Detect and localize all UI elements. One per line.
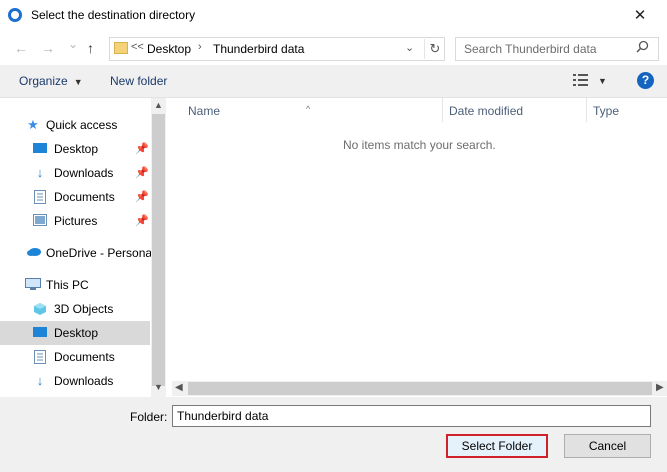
back-arrow-icon[interactable]: ← — [14, 40, 28, 56]
computer-icon — [25, 278, 41, 292]
nav-item-this-pc[interactable]: This PC — [0, 273, 150, 297]
scroll-up-icon[interactable]: ▲ — [154, 100, 163, 110]
search-input[interactable]: Search Thunderbird data — [464, 42, 597, 56]
nav-item-label: Documents — [54, 350, 115, 364]
nav-item-pictures[interactable]: Pictures 📌 — [0, 209, 150, 233]
recent-locations-icon[interactable]: ⌄ — [68, 37, 78, 51]
folder-name-input[interactable]: Thunderbird data — [172, 405, 651, 427]
scroll-down-icon[interactable]: ▼ — [154, 382, 163, 392]
scrollbar-thumb[interactable] — [188, 382, 652, 395]
nav-item-label: Documents — [54, 190, 115, 204]
title-bar: Select the destination directory ✕ — [0, 0, 667, 31]
download-icon: ↓ — [36, 165, 44, 180]
new-folder-button[interactable]: New folder — [110, 74, 167, 88]
view-options-icon[interactable] — [573, 73, 589, 90]
thunderbird-icon — [8, 8, 22, 22]
sort-ascending-icon: ^ — [306, 104, 311, 114]
download-icon: ↓ — [36, 373, 44, 388]
help-icon[interactable]: ? — [637, 72, 654, 89]
command-toolbar: Organize ▼ New folder ▼ ? — [0, 65, 667, 98]
select-folder-button[interactable]: Select Folder — [446, 434, 548, 458]
scroll-right-icon[interactable]: ▶ — [656, 382, 664, 393]
search-box[interactable]: Search Thunderbird data — [455, 37, 659, 61]
star-icon: ★ — [27, 117, 39, 132]
view-caret-down-icon[interactable]: ▼ — [598, 76, 607, 86]
column-header-date-modified[interactable]: Date modified — [443, 98, 586, 122]
nav-item-desktop-pc[interactable]: Desktop — [0, 321, 150, 345]
search-icon — [636, 40, 649, 56]
column-header-name[interactable]: Name ^ — [166, 98, 442, 122]
organize-label: Organize — [19, 74, 68, 88]
nav-item-documents[interactable]: Documents 📌 — [0, 185, 150, 209]
column-header-type[interactable]: Type — [587, 98, 667, 122]
nav-item-label: Desktop — [54, 326, 99, 340]
cloud-icon — [26, 246, 41, 260]
address-segment-thunderbird-data[interactable]: Thunderbird data — [213, 42, 304, 56]
pin-icon: 📌 — [135, 143, 149, 155]
pin-icon: 📌 — [135, 215, 149, 227]
document-icon — [33, 190, 47, 204]
nav-item-label: Downloads — [54, 374, 114, 388]
nav-item-label: Downloads — [54, 166, 114, 180]
navigation-pane-scrollbar[interactable]: ▲ ▼ — [151, 98, 166, 397]
empty-folder-message: No items match your search. — [343, 138, 496, 152]
nav-item-desktop[interactable]: Desktop 📌 — [0, 137, 150, 161]
nav-item-label: Pictures — [54, 214, 98, 228]
pin-icon: 📌 — [135, 167, 149, 179]
cube-icon — [33, 302, 47, 316]
document-icon — [33, 350, 47, 364]
nav-item-3d-objects[interactable]: 3D Objects — [0, 297, 150, 321]
nav-item-label: Quick access — [46, 118, 118, 132]
nav-item-onedrive[interactable]: OneDrive - Personal — [0, 241, 155, 265]
chevron-right-icon[interactable]: › — [198, 41, 202, 53]
cancel-button[interactable]: Cancel — [564, 434, 651, 458]
pin-icon: 📌 — [135, 191, 149, 203]
folder-label: Folder: — [130, 410, 168, 424]
up-arrow-icon[interactable]: ↑ — [87, 40, 94, 56]
column-header-name-label: Name — [188, 104, 221, 118]
file-list-pane: Name ^ Date modified Type No items match… — [166, 98, 667, 397]
window-title: Select the destination directory — [31, 8, 196, 22]
nav-item-label: OneDrive - Personal — [46, 246, 155, 260]
address-bar[interactable]: << Desktop › Thunderbird data ⌄ ↻ — [109, 37, 445, 61]
picture-icon — [33, 214, 47, 228]
folder-icon — [114, 42, 128, 54]
scroll-left-icon[interactable]: ◀ — [175, 382, 183, 393]
nav-item-downloads[interactable]: ↓ Downloads 📌 — [0, 161, 150, 185]
navigation-bar: ← → ⌄ ↑ << Desktop › Thunderbird data ⌄ … — [0, 31, 667, 65]
close-icon[interactable]: ✕ — [620, 2, 660, 30]
file-list-horizontal-scrollbar[interactable]: ◀ ▶ — [172, 381, 667, 396]
refresh-icon[interactable]: ↻ — [424, 39, 445, 59]
organize-button[interactable]: Organize ▼ — [19, 74, 83, 88]
address-overflow[interactable]: << — [131, 41, 144, 53]
desktop-icon — [33, 326, 47, 340]
nav-item-label: This PC — [46, 278, 89, 292]
navigation-pane: ★ Quick access Desktop 📌 ↓ Downloads 📌 D… — [0, 98, 166, 397]
scrollbar-thumb[interactable] — [152, 114, 165, 386]
column-header-date-label: Date modified — [449, 104, 524, 118]
forward-arrow-icon[interactable]: → — [41, 40, 55, 56]
chevron-down-icon[interactable]: ⌄ — [405, 41, 414, 54]
desktop-icon — [33, 142, 47, 156]
nav-item-label: Desktop — [54, 142, 99, 156]
address-segment-desktop[interactable]: Desktop — [147, 42, 191, 56]
column-header-type-label: Type — [593, 104, 620, 118]
nav-item-downloads-pc[interactable]: ↓ Downloads — [0, 369, 150, 393]
nav-item-label: 3D Objects — [54, 302, 114, 316]
nav-item-quick-access[interactable]: ★ Quick access — [0, 113, 150, 137]
caret-down-icon: ▼ — [73, 77, 83, 87]
nav-item-documents-pc[interactable]: Documents — [0, 345, 150, 369]
